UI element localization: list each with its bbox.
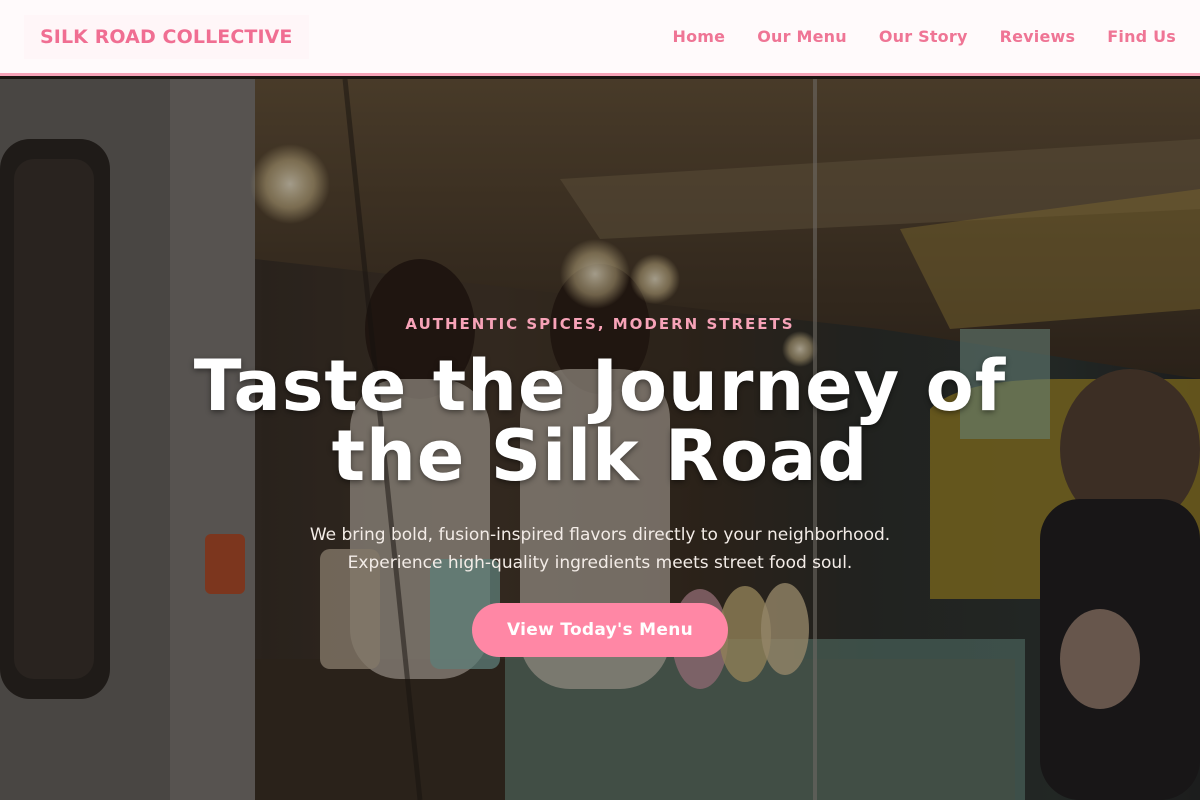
hero-content: AUTHENTIC SPICES, MODERN STREETS Taste t… [0,79,1200,800]
nav-link-reviews[interactable]: Reviews [1000,27,1076,46]
nav-link-our-story[interactable]: Our Story [879,27,968,46]
hero-description: We bring bold, fusion-inspired flavors d… [250,521,950,577]
hero-tagline: AUTHENTIC SPICES, MODERN STREETS [405,315,795,333]
nav-link-home[interactable]: Home [673,27,726,46]
hero-description-line-2: Experience high-quality ingredients meet… [347,553,853,573]
nav-link-find-us[interactable]: Find Us [1107,27,1176,46]
hero-section: AUTHENTIC SPICES, MODERN STREETS Taste t… [0,79,1200,800]
brand-logo[interactable]: SILK ROAD COLLECTIVE [24,14,309,59]
site-header: SILK ROAD COLLECTIVE Home Our Menu Our S… [0,0,1200,76]
hero-headline: Taste the Journey of the Silk Road [193,345,1007,497]
nav-link-our-menu[interactable]: Our Menu [757,27,847,46]
hero-description-line-1: We bring bold, fusion-inspired flavors d… [309,525,891,545]
main-nav: Home Our Menu Our Story Reviews Find Us [673,27,1176,46]
view-menu-button[interactable]: View Today's Menu [472,603,728,657]
